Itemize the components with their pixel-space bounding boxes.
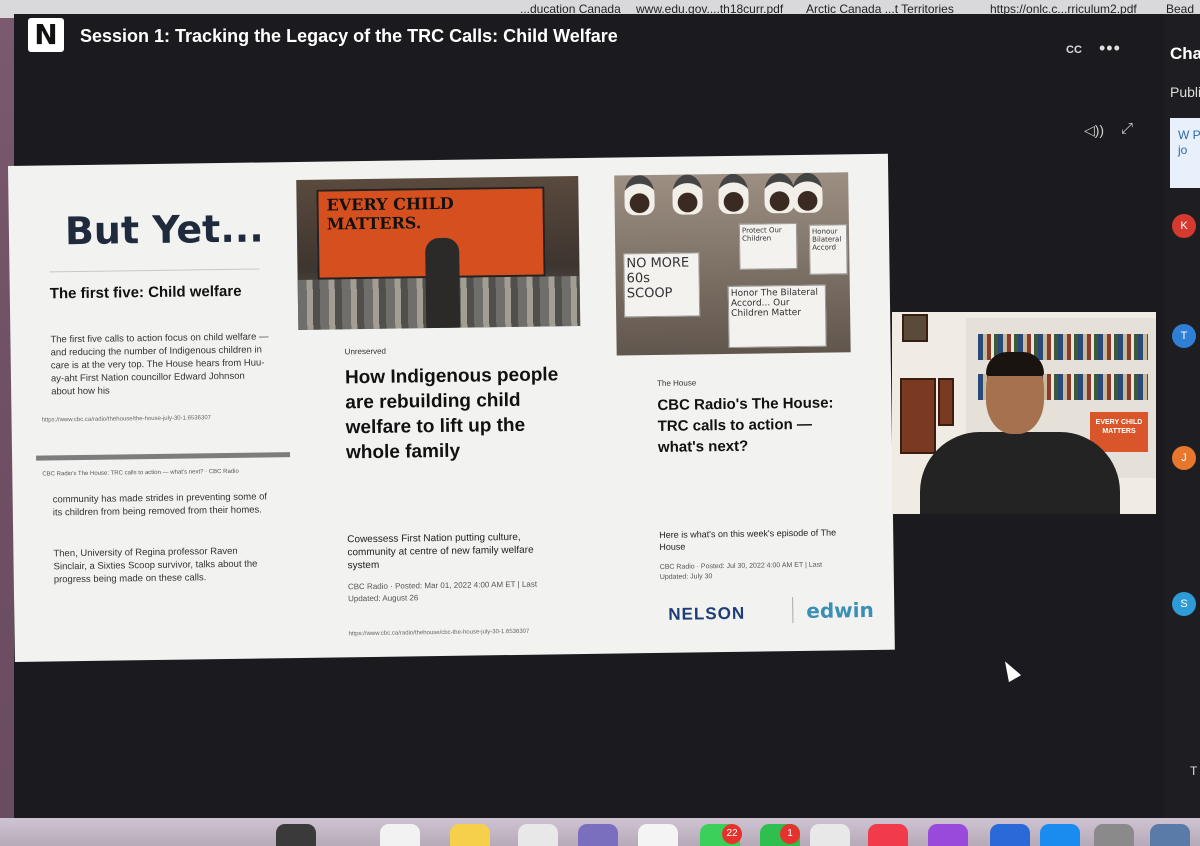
reminders-app-icon[interactable] (518, 824, 558, 846)
column3-subheading: Here is what's on this week's episode of… (659, 527, 837, 552)
music-app-icon[interactable] (868, 824, 908, 846)
protest-photo: NO MORE 60s SCOOP Protect Our Children H… (614, 172, 851, 356)
podcasts-app-icon[interactable] (928, 824, 968, 846)
volume-icon[interactable]: ◁)) (1084, 122, 1104, 139)
headdress (718, 173, 749, 215)
nelson-logo: NELSON (668, 603, 746, 624)
closed-captions-button[interactable]: CC (1066, 44, 1082, 56)
slide-title: But Yet... (64, 206, 264, 254)
headdress (792, 172, 823, 214)
column2-subheading: Cowessess First Nation putting culture, … (347, 531, 534, 572)
notes-app-icon[interactable] (450, 824, 490, 846)
presentation-slide: But Yet... The first five: Child welfare… (8, 153, 895, 662)
macos-dock: 22 1 (0, 818, 1200, 846)
column3-byline: CBC Radio · Posted: Jul 30, 2022 4:00 AM… (659, 561, 823, 581)
protest-sign: Protect Our Children (738, 222, 798, 270)
column1-heading: The first five: Child welfare (49, 282, 242, 303)
chat-avatar[interactable]: K (1172, 214, 1196, 238)
picture-frame (900, 378, 936, 454)
logo-separator (792, 597, 794, 624)
column1-body-final: Then, University of Regina professor Rav… (53, 545, 258, 586)
app-icon[interactable] (1150, 824, 1190, 846)
presenter-hair (986, 352, 1044, 376)
protest-sign: NO MORE 60s SCOOP (623, 252, 701, 318)
headdress (624, 174, 655, 216)
chat-avatar[interactable]: S (1172, 592, 1196, 616)
divider-bar (36, 452, 291, 461)
column2-source: Unreserved (344, 346, 387, 357)
column2-headline: How Indigenous people are rebuilding chi… (344, 364, 559, 464)
chrome-app-icon[interactable] (810, 824, 850, 846)
system-settings-icon[interactable] (1094, 824, 1134, 846)
notification-badge: 22 (722, 824, 742, 844)
calendar-app-icon[interactable] (380, 824, 420, 846)
protest-sign: Honor The Bilateral Accord... Our Childr… (727, 284, 827, 348)
divider (49, 268, 260, 273)
chat-avatar[interactable]: J (1172, 446, 1196, 470)
column2-byline: CBC Radio · Posted: Mar 01, 2022 4:00 AM… (347, 579, 538, 604)
more-options-button[interactable]: ••• (1099, 38, 1121, 59)
expand-icon[interactable]: ⤢ (1121, 120, 1133, 137)
picture-frame (902, 314, 928, 342)
presenter-video[interactable]: EVERY CHILD MATTERS (892, 312, 1156, 514)
app-icon[interactable] (578, 824, 618, 846)
presenter-body (920, 432, 1120, 514)
chat-tab-public[interactable]: Public (1170, 84, 1200, 100)
picture-frame (938, 378, 954, 426)
app-logo[interactable]: N (28, 18, 64, 52)
edwin-logo: edwin (806, 597, 874, 623)
column1-caption: CBC Radio's The House: TRC calls to acti… (42, 468, 239, 478)
every-child-matters-photo: EVERY CHILD MATTERS. (296, 176, 581, 330)
column1-body: The first five calls to action focus on … (50, 331, 269, 398)
protest-sign: Honour Bilateral Accord (808, 224, 848, 275)
clock-app-icon[interactable] (276, 824, 316, 846)
column3-headline: CBC Radio's The House: TRC calls to acti… (657, 394, 834, 456)
headdress (672, 174, 703, 215)
person-silhouette (425, 237, 461, 329)
chat-title: Chat (1170, 44, 1200, 63)
session-header: N Session 1: Tracking the Legacy of the … (14, 14, 1164, 100)
zoom-app-icon[interactable] (990, 824, 1030, 846)
column3-source: The House (657, 378, 697, 388)
column1-body-continued: community has made strides in preventing… (52, 491, 268, 519)
chat-pinned-message: W Pl jo (1170, 118, 1200, 188)
chat-footer-text: T (1190, 764, 1198, 778)
chat-panel: Chat Public W Pl jo K T J S T (1164, 14, 1200, 819)
column2-url: https://www.cbc.ca/radio/thehouse/cbc-th… (348, 628, 530, 638)
headdress (764, 173, 795, 214)
column1-url: https://www.cbc.ca/radio/thehouse/the-ho… (41, 415, 212, 424)
notification-badge: 1 (780, 824, 800, 844)
chat-avatar[interactable]: T (1172, 324, 1196, 348)
session-title: Session 1: Tracking the Legacy of the TR… (80, 26, 618, 46)
app-store-icon[interactable] (1040, 824, 1080, 846)
photos-app-icon[interactable] (638, 824, 678, 846)
banner-text: EVERY CHILD MATTERS. (326, 193, 454, 234)
